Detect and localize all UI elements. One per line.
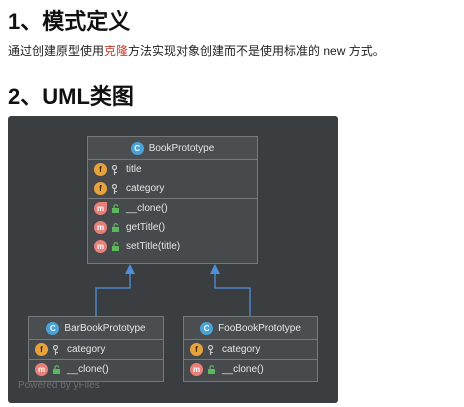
method-row: m __clone() [29,359,163,379]
method-icon: m [94,240,107,253]
bar-inheritance-line [95,274,131,316]
class-name: BarBookPrototype [64,322,146,334]
field-name: title [126,164,142,175]
class-bar-book-prototype[interactable]: C BarBookPrototype f category m __clone(… [28,316,164,382]
field-name: category [67,344,106,355]
foo-inheritance-line [214,274,251,316]
method-icon: m [190,363,203,376]
class-book-prototype[interactable]: C BookPrototype f title f category m __c… [87,136,258,264]
clone-link[interactable]: 克隆 [104,44,128,58]
class-icon: C [46,321,60,335]
method-icon: m [35,363,48,376]
method-name: getTitle() [126,222,166,233]
method-row: m setTitle(title) [88,237,257,256]
unlock-icon [111,242,121,251]
unlock-icon [111,223,121,232]
key-icon [111,164,121,175]
class-name: BookPrototype [148,142,215,154]
bar-inheritance-arrowhead [125,264,135,274]
uml-class-diagram: C BookPrototype f title f category m __c… [8,116,338,403]
class-header: C BookPrototype [88,137,257,160]
unlock-icon [111,204,121,213]
field-icon: f [190,343,203,356]
unlock-icon [207,365,217,374]
field-name: category [222,344,261,355]
field-icon: f [94,163,107,176]
paragraph-text-end: 方法实现对象创建而不是使用标准的 new 方式。 [128,44,385,58]
method-row: m __clone() [88,198,257,218]
class-header: C FooBookPrototype [184,317,317,340]
abstract-method-icon: m [94,202,107,215]
class-foo-book-prototype[interactable]: C FooBookPrototype f category m __clone(… [183,316,318,382]
class-header: C BarBookPrototype [29,317,163,340]
paragraph-text: 通过创建原型使用 [8,44,105,58]
method-name: __clone() [126,203,168,214]
method-name: __clone() [222,364,264,375]
key-icon [207,344,217,355]
abstract-class-icon: C [130,141,144,155]
section-1-heading: 1、模式定义 [8,9,131,34]
method-name: __clone() [67,364,109,375]
class-icon: C [200,321,214,335]
field-icon: f [94,182,107,195]
field-row: f category [29,340,163,359]
field-row: f category [184,340,317,359]
field-name: category [126,183,165,194]
section-2-heading: 2、UML类图 [8,84,134,109]
method-row: m __clone() [184,359,317,379]
method-icon: m [94,221,107,234]
key-icon [111,183,121,194]
method-name: setTitle(title) [126,241,181,252]
method-row: m getTitle() [88,218,257,237]
class-name: FooBookPrototype [218,322,301,334]
definition-paragraph: 通过创建原型使用克隆方法实现对象创建而不是使用标准的 new 方式。 [8,42,385,59]
field-row: f title [88,160,257,179]
field-icon: f [35,343,48,356]
yfiles-watermark: Powered by yFiles [18,380,100,391]
field-row: f category [88,179,257,198]
unlock-icon [52,365,62,374]
foo-inheritance-arrowhead [210,264,220,274]
key-icon [52,344,62,355]
